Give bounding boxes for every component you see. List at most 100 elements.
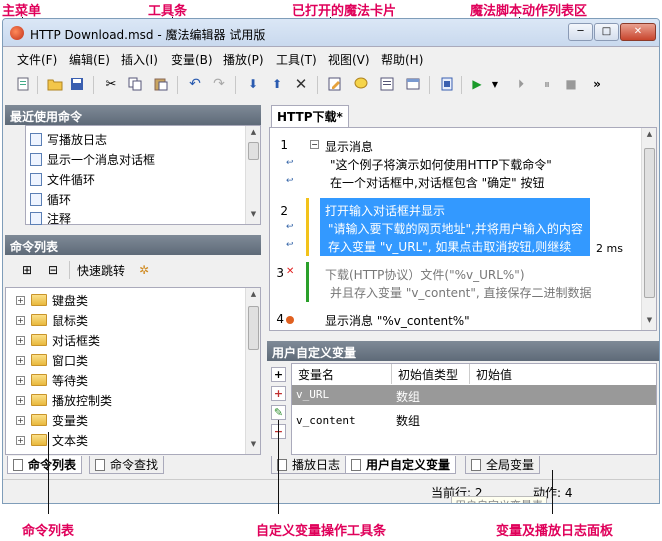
action-line[interactable]: 并且存入变量 "v_content", 直接保存二进制数据	[330, 284, 592, 301]
stop-icon[interactable]: ■	[563, 76, 579, 92]
new-icon[interactable]	[15, 76, 31, 92]
tab-http-download[interactable]: HTTP下载*	[271, 105, 349, 127]
dropdown-icon[interactable]: ▼	[487, 76, 503, 92]
scroll-up-icon[interactable]: ▲	[248, 128, 259, 139]
settings-icon[interactable]: ✲	[136, 262, 152, 278]
list-item[interactable]: 注释	[30, 210, 71, 226]
action-line[interactable]: 显示消息	[325, 138, 373, 155]
annotation-line	[552, 470, 553, 514]
timing-label: 2 ms	[596, 242, 623, 255]
move-down-icon[interactable]: ⬇	[245, 76, 261, 92]
minimize-button[interactable]: ─	[568, 23, 593, 41]
properties-icon[interactable]	[379, 76, 395, 92]
add-variable-button[interactable]: +	[271, 367, 286, 382]
expand-icon[interactable]: +	[16, 295, 25, 305]
more-icon[interactable]: »	[589, 76, 605, 92]
action-line[interactable]: "这个例子将演示如何使用HTTP下载命令"	[330, 156, 552, 173]
add-array-button[interactable]: +	[271, 386, 286, 401]
tab-command-search[interactable]: 命令查找	[89, 456, 165, 474]
list-item[interactable]: 循环	[30, 191, 71, 207]
menu-tools[interactable]: 工具(T)	[276, 51, 317, 68]
action-line[interactable]: 打开输入对话框并显示	[325, 202, 445, 219]
expand-icon[interactable]: +	[16, 335, 25, 345]
expand-icon[interactable]: +	[16, 395, 25, 405]
scroll-up-icon[interactable]: ▲	[248, 290, 259, 301]
menu-help[interactable]: 帮助(H)	[381, 51, 423, 68]
list-item[interactable]: 文件循环	[30, 171, 95, 187]
delete-icon[interactable]: ✕	[293, 75, 309, 93]
scroll-thumb[interactable]	[248, 306, 259, 350]
maximize-button[interactable]: □	[594, 23, 619, 41]
tree-item[interactable]: + 对话框类	[16, 331, 100, 349]
save-icon[interactable]	[69, 76, 85, 92]
play-icon[interactable]: ▶	[469, 76, 485, 92]
menu-view[interactable]: 视图(V)	[328, 51, 370, 68]
copy-icon[interactable]	[127, 76, 143, 92]
tree-item[interactable]: + 变量类	[16, 411, 88, 429]
tree-item[interactable]: + 文本类	[16, 431, 88, 449]
tree-item[interactable]: + 播放控制类	[16, 391, 112, 409]
menu-insert[interactable]: 插入(I)	[121, 51, 158, 68]
scroll-up-icon[interactable]: ▲	[644, 130, 655, 141]
action-line[interactable]: 在一个对话框中,对话框包含 "确定" 按钮	[330, 174, 544, 191]
menu-play[interactable]: 播放(P)	[223, 51, 264, 68]
tree-item[interactable]: + 键盘类	[16, 291, 88, 309]
tab-user-variables[interactable]: 用户自定义变量	[345, 456, 457, 474]
edit-variable-button[interactable]: ✎	[271, 405, 286, 420]
scroll-down-icon[interactable]: ▼	[644, 316, 655, 327]
tab-play-log[interactable]: 播放日志	[271, 456, 347, 474]
scroll-thumb[interactable]	[644, 148, 655, 298]
open-icon[interactable]	[47, 76, 63, 92]
close-button[interactable]: ✕	[620, 23, 656, 41]
collapse-all-icon[interactable]: ⊟	[45, 262, 61, 278]
collapse-icon[interactable]: −	[310, 140, 319, 149]
scroll-down-icon[interactable]: ▼	[248, 210, 259, 221]
variable-name[interactable]: v_content	[296, 414, 356, 427]
quick-jump-button[interactable]: 快速跳转	[77, 262, 125, 279]
action-line[interactable]: 存入变量 "v_URL", 如果点击取消按钮,则继续	[328, 238, 571, 255]
tab-command-list[interactable]: 命令列表	[7, 456, 83, 474]
tab-global-variables[interactable]: 全局变量	[465, 456, 541, 474]
action-line[interactable]: 下载(HTTP协议）文件("%v_URL%")	[325, 266, 525, 283]
list-item[interactable]: 写播放日志	[30, 131, 107, 147]
command-tree-scrollbar[interactable]: ▲ ▼	[245, 288, 260, 454]
script-icon[interactable]	[439, 76, 455, 92]
wrap-icon: ↩	[286, 222, 294, 232]
column-header[interactable]: 变量名	[292, 364, 392, 384]
tree-item[interactable]: + 鼠标类	[16, 311, 88, 329]
undo-icon[interactable]: ↶	[187, 76, 203, 92]
move-up-icon[interactable]: ⬆	[269, 76, 285, 92]
expand-icon[interactable]: +	[16, 315, 25, 325]
wrap-icon: ↩	[286, 240, 294, 250]
pause-icon[interactable]: ⏸	[539, 76, 555, 92]
action-line[interactable]: 显示消息 "%v_content%"	[325, 312, 470, 329]
scroll-down-icon[interactable]: ▼	[248, 440, 259, 451]
tree-item[interactable]: + 等待类	[16, 371, 88, 389]
annotation-line	[48, 432, 49, 514]
menu-file[interactable]: 文件(F)	[17, 51, 57, 68]
expand-icon[interactable]: +	[16, 415, 25, 425]
paste-icon[interactable]	[153, 76, 169, 92]
redo-icon[interactable]: ↷	[211, 76, 227, 92]
column-header[interactable]: 初始值类型	[392, 364, 470, 384]
expand-icon[interactable]: +	[16, 375, 25, 385]
scroll-thumb[interactable]	[248, 142, 259, 160]
expand-icon[interactable]: +	[16, 355, 25, 365]
menu-edit[interactable]: 编辑(E)	[69, 51, 110, 68]
comment-icon[interactable]	[353, 76, 369, 92]
cut-icon[interactable]: ✂	[103, 76, 119, 92]
step-icon[interactable]: ⏵	[513, 76, 529, 92]
panel-icon[interactable]	[405, 76, 421, 92]
editor-scrollbar[interactable]: ▲ ▼	[641, 128, 656, 330]
script-icon	[30, 132, 42, 146]
action-line[interactable]: "请输入要下载的网页地址",并将用户输入的内容	[328, 220, 583, 237]
tree-item[interactable]: + 窗口类	[16, 351, 88, 369]
edit-icon[interactable]	[327, 76, 343, 92]
column-header[interactable]: 初始值	[470, 364, 656, 384]
expand-icon[interactable]: +	[16, 435, 25, 445]
table-row[interactable]	[292, 385, 656, 405]
expand-all-icon[interactable]: ⊞	[19, 262, 35, 278]
menu-variable[interactable]: 变量(B)	[171, 51, 213, 68]
recent-scrollbar[interactable]: ▲ ▼	[245, 126, 260, 224]
list-item[interactable]: 显示一个消息对话框	[30, 151, 155, 167]
